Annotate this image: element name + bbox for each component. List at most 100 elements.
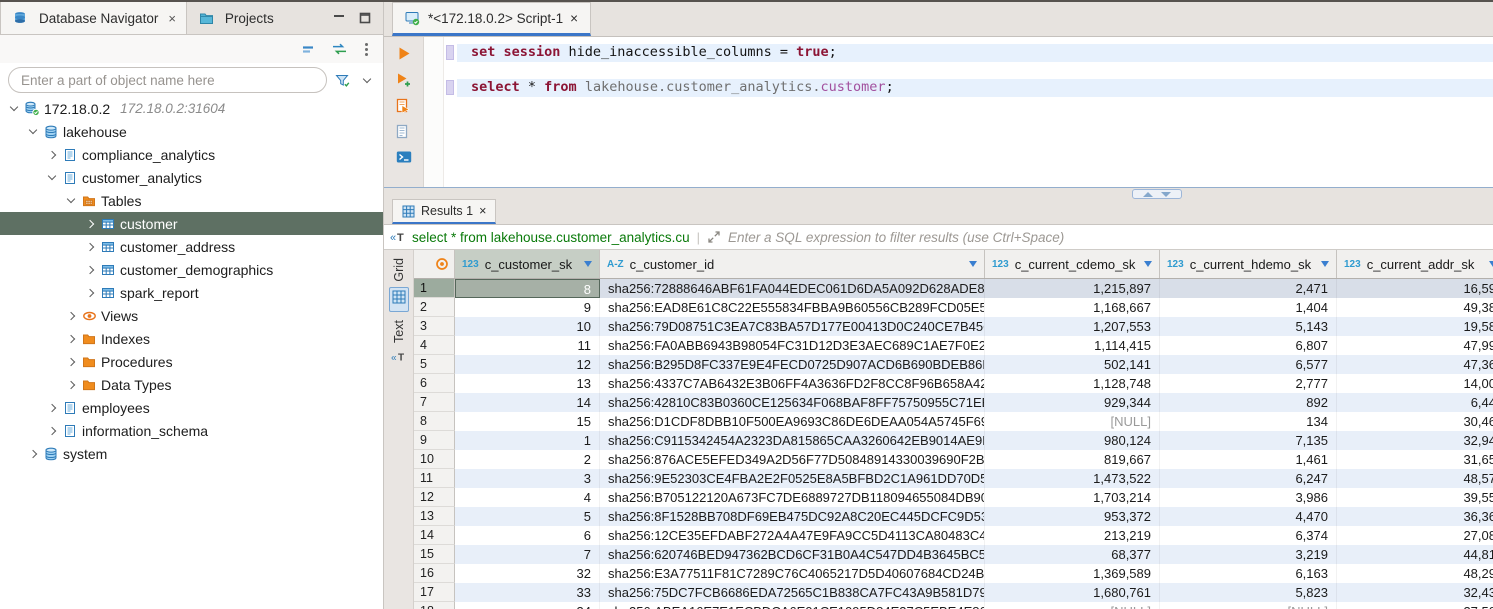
presentation-tab-grid[interactable]: Grid bbox=[389, 258, 409, 312]
cell-c_current_cdemo_sk[interactable]: 1,128,748 bbox=[985, 374, 1160, 393]
cell-c_customer_id[interactable]: sha256:EAD8E61C8C22E555834FBBA9B60556CB2… bbox=[600, 298, 985, 317]
chevron-closed-icon[interactable] bbox=[44, 400, 60, 416]
editor-results-splitter[interactable] bbox=[384, 187, 1493, 199]
row-number[interactable]: 8 bbox=[414, 412, 455, 431]
cell-c_customer_id[interactable]: sha256:620746BED947362BCD6CF31B0A4C547DD… bbox=[600, 545, 985, 564]
column-header-c_current_addr_sk[interactable]: 123c_current_addr_sk bbox=[1337, 250, 1493, 278]
cell-c_current_addr_sk[interactable]: 14,00 bbox=[1337, 374, 1493, 393]
tab-script-1[interactable]: *<172.18.0.2> Script-1 × bbox=[392, 2, 591, 36]
cell-c_customer_id[interactable]: sha256:8F1528BB708DF69EB475DC92A8C20EC44… bbox=[600, 507, 985, 526]
menu-icon[interactable] bbox=[364, 42, 369, 57]
cell-c_customer_id[interactable]: sha256:72888646ABF61FA044EDEC061D6DA5A09… bbox=[600, 279, 985, 298]
chevron-closed-icon[interactable] bbox=[63, 354, 79, 370]
select-all-target-icon[interactable] bbox=[435, 257, 449, 271]
cell-c_current_addr_sk[interactable]: 6,44 bbox=[1337, 393, 1493, 412]
row-number[interactable]: 4 bbox=[414, 336, 455, 355]
cell-c_current_addr_sk[interactable]: 32,43 bbox=[1337, 583, 1493, 602]
row-number[interactable]: 1 bbox=[414, 279, 455, 298]
object-filter-input[interactable] bbox=[8, 67, 327, 93]
cell-c_customer_id[interactable]: sha256:B705122120A673FC7DE6889727DB11809… bbox=[600, 488, 985, 507]
results-filter-placeholder[interactable]: Enter a SQL expression to filter results… bbox=[728, 230, 1064, 245]
cell-c_current_hdemo_sk[interactable]: 134 bbox=[1160, 412, 1337, 431]
column-header-c_customer_sk[interactable]: 123c_customer_sk bbox=[455, 250, 600, 278]
cell-c_current_hdemo_sk[interactable]: 2,777 bbox=[1160, 374, 1337, 393]
cell-c_customer_sk[interactable]: 7 bbox=[455, 545, 600, 564]
column-header-c_current_hdemo_sk[interactable]: 123c_current_hdemo_sk bbox=[1160, 250, 1337, 278]
cell-c_current_addr_sk[interactable]: 31,65 bbox=[1337, 450, 1493, 469]
presentation-tab-text[interactable]: Text«T bbox=[389, 320, 409, 370]
cell-c_current_hdemo_sk[interactable]: 3,219 bbox=[1160, 545, 1337, 564]
tree-item-customer-address[interactable]: customer_address bbox=[0, 235, 383, 258]
cell-c_current_cdemo_sk[interactable]: 1,473,522 bbox=[985, 469, 1160, 488]
cell-c_current_cdemo_sk[interactable]: 1,168,667 bbox=[985, 298, 1160, 317]
sql-line-3[interactable]: select * from lakehouse.customer_analyti… bbox=[457, 79, 1493, 97]
collapse-all-icon[interactable] bbox=[301, 43, 315, 56]
cell-c_current_hdemo_sk[interactable]: 892 bbox=[1160, 393, 1337, 412]
cell-c_current_addr_sk[interactable]: 48,29 bbox=[1337, 564, 1493, 583]
cell-c_current_hdemo_sk[interactable]: 5,143 bbox=[1160, 317, 1337, 336]
cell-c_current_addr_sk[interactable]: 37,50 bbox=[1337, 602, 1493, 609]
cell-c_current_addr_sk[interactable]: 19,58 bbox=[1337, 317, 1493, 336]
cell-c_current_hdemo_sk[interactable]: 6,577 bbox=[1160, 355, 1337, 374]
cell-c_customer_sk[interactable]: 34 bbox=[455, 602, 600, 609]
link-with-editor-icon[interactable] bbox=[331, 42, 348, 56]
tab-projects[interactable]: Projects bbox=[187, 2, 284, 34]
sql-line-2[interactable] bbox=[457, 62, 1493, 80]
cell-c_current_cdemo_sk[interactable]: 1,369,589 bbox=[985, 564, 1160, 583]
cell-c_customer_id[interactable]: sha256:ABEA16E7E1ECBDCA6E01CE1095D84E37C… bbox=[600, 602, 985, 609]
execute-statement-icon[interactable] bbox=[397, 46, 411, 61]
cell-c_current_hdemo_sk[interactable]: 7,135 bbox=[1160, 431, 1337, 450]
chevron-closed-icon[interactable] bbox=[44, 423, 60, 439]
cell-c_customer_sk[interactable]: 10 bbox=[455, 317, 600, 336]
cell-c_customer_id[interactable]: sha256:75DC7FCB6686EDA72565C1B838CA7FC43… bbox=[600, 583, 985, 602]
cell-c_current_addr_sk[interactable]: 36,36 bbox=[1337, 507, 1493, 526]
cell-c_current_cdemo_sk[interactable]: 502,141 bbox=[985, 355, 1160, 374]
cell-c_customer_sk[interactable]: 12 bbox=[455, 355, 600, 374]
cell-c_current_cdemo_sk[interactable]: 68,377 bbox=[985, 545, 1160, 564]
cell-c_customer_id[interactable]: sha256:42810C83B0360CE125634F068BAF8FF75… bbox=[600, 393, 985, 412]
tree-item-customer-demographics[interactable]: customer_demographics bbox=[0, 258, 383, 281]
cell-c_current_addr_sk[interactable]: 16,59 bbox=[1337, 279, 1493, 298]
cell-c_current_cdemo_sk[interactable]: 1,215,897 bbox=[985, 279, 1160, 298]
cell-c_customer_sk[interactable]: 15 bbox=[455, 412, 600, 431]
row-number[interactable]: 11 bbox=[414, 469, 455, 488]
cell-c_customer_id[interactable]: sha256:FA0ABB6943B98054FC31D12D3E3AEC689… bbox=[600, 336, 985, 355]
cell-c_customer_id[interactable]: sha256:9E52303CE4FBA2E2F0525E8A5BFBD2C1A… bbox=[600, 469, 985, 488]
cell-c_customer_sk[interactable]: 3 bbox=[455, 469, 600, 488]
cell-c_current_cdemo_sk[interactable]: 1,114,415 bbox=[985, 336, 1160, 355]
cell-c_customer_id[interactable]: sha256:876ACE5EFED349A2D56F77D5084891433… bbox=[600, 450, 985, 469]
cell-c_current_cdemo_sk[interactable]: 213,219 bbox=[985, 526, 1160, 545]
cell-c_current_hdemo_sk[interactable]: 6,807 bbox=[1160, 336, 1337, 355]
cell-c_customer_sk[interactable]: 5 bbox=[455, 507, 600, 526]
cell-c_customer_id[interactable]: sha256:4337C7AB6432E3B06FF4A3636FD2F8CC8… bbox=[600, 374, 985, 393]
row-number[interactable]: 13 bbox=[414, 507, 455, 526]
cell-c_current_hdemo_sk[interactable]: 6,163 bbox=[1160, 564, 1337, 583]
cell-c_current_hdemo_sk[interactable]: 3,986 bbox=[1160, 488, 1337, 507]
cell-c_current_addr_sk[interactable]: 47,99 bbox=[1337, 336, 1493, 355]
cell-c_current_cdemo_sk[interactable]: 980,124 bbox=[985, 431, 1160, 450]
close-icon[interactable]: × bbox=[570, 11, 578, 26]
cell-c_current_cdemo_sk[interactable]: 819,667 bbox=[985, 450, 1160, 469]
chevron-open-icon[interactable] bbox=[25, 124, 41, 140]
chevron-open-icon[interactable] bbox=[44, 170, 60, 186]
cell-c_current_addr_sk[interactable]: 39,55 bbox=[1337, 488, 1493, 507]
cell-c_current_addr_sk[interactable]: 47,36 bbox=[1337, 355, 1493, 374]
cell-c_current_addr_sk[interactable]: 30,46 bbox=[1337, 412, 1493, 431]
tree-item-compliance-analytics[interactable]: compliance_analytics bbox=[0, 143, 383, 166]
tree-item-172-18-0-2[interactable]: 172.18.0.2172.18.0.2:31604 bbox=[0, 97, 383, 120]
cell-c_customer_id[interactable]: sha256:C9115342454A2323DA815865CAA326064… bbox=[600, 431, 985, 450]
row-number[interactable]: 14 bbox=[414, 526, 455, 545]
cell-c_current_hdemo_sk[interactable]: 5,823 bbox=[1160, 583, 1337, 602]
cell-c_current_addr_sk[interactable]: 27,08 bbox=[1337, 526, 1493, 545]
editor-ruler[interactable] bbox=[424, 37, 444, 187]
chevron-closed-icon[interactable] bbox=[63, 331, 79, 347]
tab-database-navigator[interactable]: Database Navigator × bbox=[0, 2, 187, 34]
cell-c_customer_id[interactable]: sha256:79D08751C3EA7C83BA57D177E00413D0C… bbox=[600, 317, 985, 336]
cell-c_customer_sk[interactable]: 32 bbox=[455, 564, 600, 583]
cell-c_current_cdemo_sk[interactable]: 1,680,761 bbox=[985, 583, 1160, 602]
cell-c_customer_sk[interactable]: 33 bbox=[455, 583, 600, 602]
column-filter-arrow-icon[interactable] bbox=[1144, 261, 1152, 267]
tree-item-information-schema[interactable]: information_schema bbox=[0, 419, 383, 442]
tree-item-views[interactable]: Views bbox=[0, 304, 383, 327]
tree-item-lakehouse[interactable]: lakehouse bbox=[0, 120, 383, 143]
